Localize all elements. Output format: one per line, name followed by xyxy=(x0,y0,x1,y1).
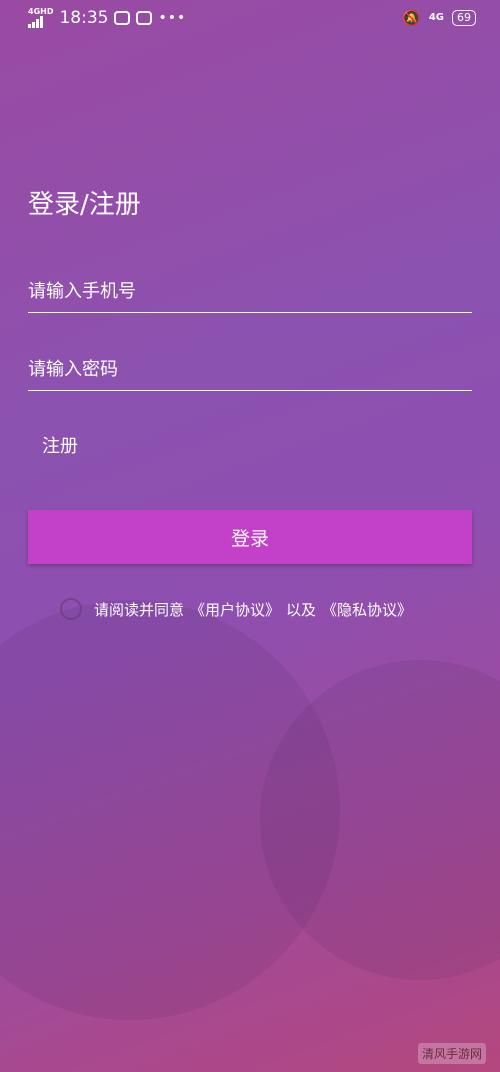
network-type: 4GHD xyxy=(28,7,54,16)
phone-field xyxy=(28,272,472,313)
privacy-policy-link[interactable]: 《隐私协议》 xyxy=(322,599,412,620)
password-input[interactable] xyxy=(28,350,472,388)
battery-icon: 69 xyxy=(452,10,476,26)
right-network-type: 4G xyxy=(428,12,444,23)
agreement-row: 请阅读并同意 《用户协议》 以及 《隐私协议》 xyxy=(60,598,412,620)
register-link[interactable]: 注册 xyxy=(42,432,78,458)
status-bar: 4GHD 18:35 ••• 🔕 4G 69 xyxy=(0,0,500,38)
agree-text: 请阅读并同意 xyxy=(94,600,185,619)
page-title: 登录/注册 xyxy=(28,190,141,220)
login-button[interactable]: 登录 xyxy=(28,510,472,564)
watermark: 清风手游网 xyxy=(417,1043,486,1064)
signal-icon xyxy=(28,16,43,28)
more-dots-icon: ••• xyxy=(158,10,187,26)
and-text: 以及 xyxy=(286,600,317,619)
status-time: 18:35 xyxy=(59,8,109,28)
password-field xyxy=(28,350,472,391)
phone-input[interactable] xyxy=(28,272,472,310)
agree-checkbox[interactable] xyxy=(60,598,82,620)
notification-app-icon xyxy=(114,11,131,25)
mute-bell-icon: 🔕 xyxy=(402,9,421,27)
user-agreement-link[interactable]: 《用户协议》 xyxy=(190,599,280,620)
notification-app-icon xyxy=(136,11,153,25)
